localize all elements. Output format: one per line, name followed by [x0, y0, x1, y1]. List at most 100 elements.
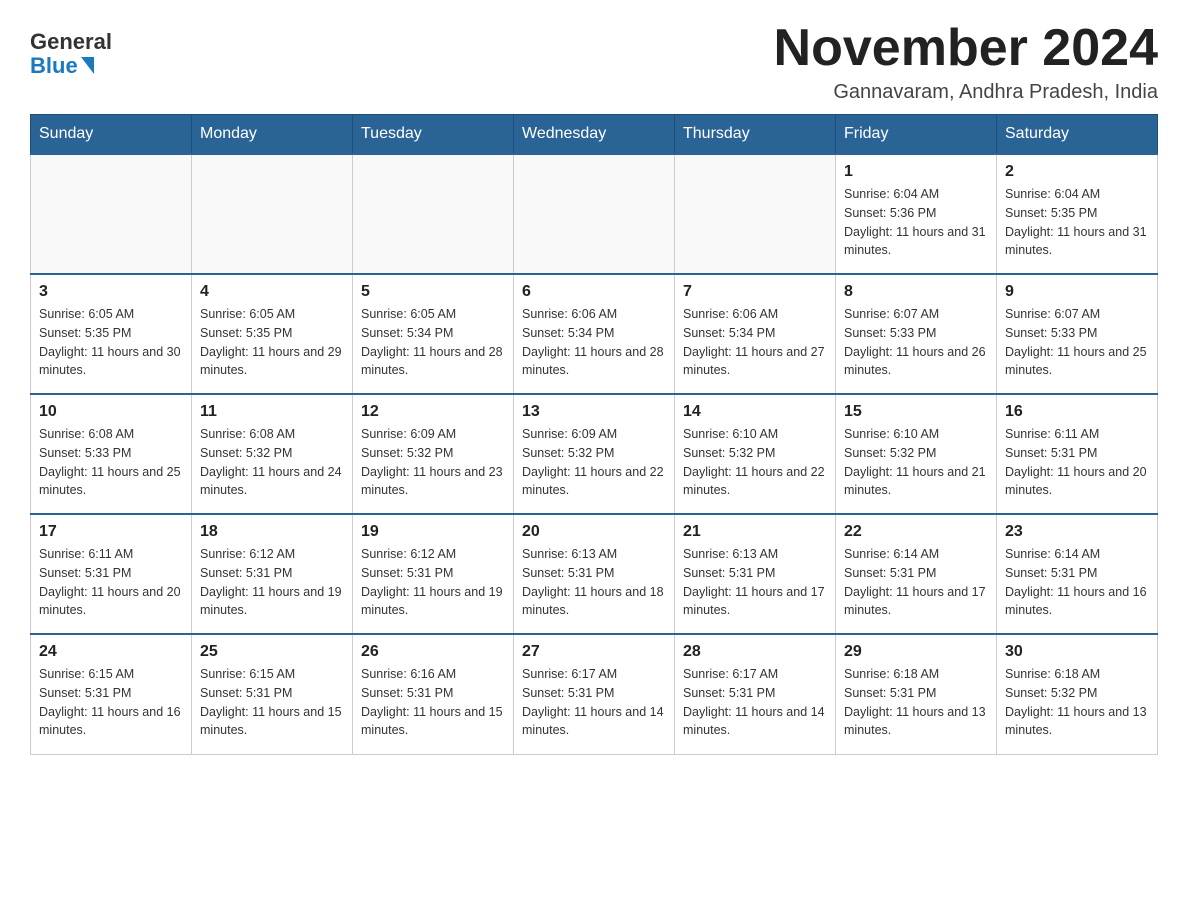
day-number: 26 — [361, 643, 505, 661]
logo: General Blue — [30, 30, 112, 78]
day-number: 1 — [844, 163, 988, 181]
calendar-cell — [31, 154, 192, 274]
day-number: 6 — [522, 283, 666, 301]
day-number: 13 — [522, 403, 666, 421]
calendar-cell: 14Sunrise: 6:10 AMSunset: 5:32 PMDayligh… — [675, 394, 836, 514]
day-info: Sunrise: 6:15 AMSunset: 5:31 PMDaylight:… — [39, 665, 183, 740]
day-number: 28 — [683, 643, 827, 661]
calendar-week-4: 17 Sunrise: 6:11 AMSunset: 5:31 PMDayligh… — [31, 514, 1158, 634]
calendar-week-3: 10 Sunrise: 6:08 AMSunset: 5:33 PMDayligh… — [31, 394, 1158, 514]
calendar-cell: 20 Sunrise: 6:13 AMSunset: 5:31 PMDayligh… — [514, 514, 675, 634]
calendar-cell — [353, 154, 514, 274]
calendar-cell: 4Sunrise: 6:05 AMSunset: 5:35 PMDaylight… — [192, 274, 353, 394]
day-number: 14 — [683, 403, 827, 421]
day-info: Sunrise: 6:04 AMSunset: 5:35 PMDaylight:… — [1005, 185, 1149, 260]
day-number: 10 — [39, 403, 183, 421]
day-info: Sunrise: 6:11 AMSunset: 5:31 PMDaylight:… — [39, 545, 183, 620]
calendar-cell: 27 Sunrise: 6:17 AMSunset: 5:31 PMDayligh… — [514, 634, 675, 754]
day-number: 24 — [39, 643, 183, 661]
day-number: 29 — [844, 643, 988, 661]
calendar-week-5: 24 Sunrise: 6:15 AMSunset: 5:31 PMDayligh… — [31, 634, 1158, 754]
day-info: Sunrise: 6:14 AMSunset: 5:31 PMDaylight:… — [1005, 545, 1149, 620]
day-info: Sunrise: 6:17 AMSunset: 5:31 PMDaylight:… — [522, 665, 666, 740]
calendar-cell: 12Sunrise: 6:09 AMSunset: 5:32 PMDayligh… — [353, 394, 514, 514]
day-info: Sunrise: 6:18 AMSunset: 5:31 PMDaylight:… — [844, 665, 988, 740]
calendar-cell: 15Sunrise: 6:10 AMSunset: 5:32 PMDayligh… — [836, 394, 997, 514]
day-number: 15 — [844, 403, 988, 421]
calendar-cell: 16 Sunrise: 6:11 AMSunset: 5:31 PMDayligh… — [997, 394, 1158, 514]
day-info: Sunrise: 6:08 AMSunset: 5:33 PMDaylight:… — [39, 425, 183, 500]
day-info: Sunrise: 6:09 AMSunset: 5:32 PMDaylight:… — [361, 425, 505, 500]
day-number: 30 — [1005, 643, 1149, 661]
day-number: 17 — [39, 523, 183, 541]
day-info: Sunrise: 6:15 AMSunset: 5:31 PMDaylight:… — [200, 665, 344, 740]
day-info: Sunrise: 6:13 AMSunset: 5:31 PMDaylight:… — [522, 545, 666, 620]
calendar-cell: 17 Sunrise: 6:11 AMSunset: 5:31 PMDayligh… — [31, 514, 192, 634]
calendar-cell: 3 Sunrise: 6:05 AMSunset: 5:35 PMDaylight… — [31, 274, 192, 394]
weekday-header-friday: Friday — [836, 115, 997, 155]
day-number: 11 — [200, 403, 344, 421]
calendar-cell: 28 Sunrise: 6:17 AMSunset: 5:31 PMDayligh… — [675, 634, 836, 754]
day-info: Sunrise: 6:13 AMSunset: 5:31 PMDaylight:… — [683, 545, 827, 620]
calendar-cell: 13 Sunrise: 6:09 AMSunset: 5:32 PMDayligh… — [514, 394, 675, 514]
weekday-header-thursday: Thursday — [675, 115, 836, 155]
day-number: 23 — [1005, 523, 1149, 541]
day-info: Sunrise: 6:05 AMSunset: 5:35 PMDaylight:… — [200, 305, 344, 380]
day-number: 25 — [200, 643, 344, 661]
weekday-header-wednesday: Wednesday — [514, 115, 675, 155]
calendar-cell: 19Sunrise: 6:12 AMSunset: 5:31 PMDayligh… — [353, 514, 514, 634]
calendar-cell: 22Sunrise: 6:14 AMSunset: 5:31 PMDayligh… — [836, 514, 997, 634]
day-info: Sunrise: 6:05 AMSunset: 5:34 PMDaylight:… — [361, 305, 505, 380]
calendar-cell: 9Sunrise: 6:07 AMSunset: 5:33 PMDaylight… — [997, 274, 1158, 394]
day-number: 7 — [683, 283, 827, 301]
day-number: 16 — [1005, 403, 1149, 421]
weekday-header-sunday: Sunday — [31, 115, 192, 155]
day-info: Sunrise: 6:09 AMSunset: 5:32 PMDaylight:… — [522, 425, 666, 500]
location: Gannavaram, Andhra Pradesh, India — [774, 81, 1158, 104]
calendar-cell: 18Sunrise: 6:12 AMSunset: 5:31 PMDayligh… — [192, 514, 353, 634]
day-number: 20 — [522, 523, 666, 541]
day-info: Sunrise: 6:11 AMSunset: 5:31 PMDaylight:… — [1005, 425, 1149, 500]
page-header: General Blue November 2024 Gannavaram, A… — [30, 20, 1158, 104]
weekday-header-tuesday: Tuesday — [353, 115, 514, 155]
calendar-cell: 8 Sunrise: 6:07 AMSunset: 5:33 PMDaylight… — [836, 274, 997, 394]
day-info: Sunrise: 6:06 AMSunset: 5:34 PMDaylight:… — [522, 305, 666, 380]
calendar-cell — [514, 154, 675, 274]
day-info: Sunrise: 6:07 AMSunset: 5:33 PMDaylight:… — [844, 305, 988, 380]
calendar-cell: 30 Sunrise: 6:18 AMSunset: 5:32 PMDayligh… — [997, 634, 1158, 754]
calendar-cell: 25 Sunrise: 6:15 AMSunset: 5:31 PMDayligh… — [192, 634, 353, 754]
calendar-table: SundayMondayTuesdayWednesdayThursdayFrid… — [30, 114, 1158, 755]
day-number: 19 — [361, 523, 505, 541]
day-number: 21 — [683, 523, 827, 541]
day-info: Sunrise: 6:05 AMSunset: 5:35 PMDaylight:… — [39, 305, 183, 380]
calendar-cell: 6 Sunrise: 6:06 AMSunset: 5:34 PMDaylight… — [514, 274, 675, 394]
day-number: 3 — [39, 283, 183, 301]
day-info: Sunrise: 6:17 AMSunset: 5:31 PMDaylight:… — [683, 665, 827, 740]
day-number: 18 — [200, 523, 344, 541]
title-section: November 2024 Gannavaram, Andhra Pradesh… — [774, 20, 1158, 104]
calendar-cell: 11 Sunrise: 6:08 AMSunset: 5:32 PMDayligh… — [192, 394, 353, 514]
logo-triangle-icon — [81, 57, 94, 74]
calendar-cell: 5 Sunrise: 6:05 AMSunset: 5:34 PMDaylight… — [353, 274, 514, 394]
calendar-cell: 2Sunrise: 6:04 AMSunset: 5:35 PMDaylight… — [997, 154, 1158, 274]
weekday-header-row: SundayMondayTuesdayWednesdayThursdayFrid… — [31, 115, 1158, 155]
logo-blue: Blue — [30, 54, 78, 78]
weekday-header-monday: Monday — [192, 115, 353, 155]
calendar-week-2: 3 Sunrise: 6:05 AMSunset: 5:35 PMDaylight… — [31, 274, 1158, 394]
day-number: 27 — [522, 643, 666, 661]
calendar-cell — [192, 154, 353, 274]
month-title: November 2024 — [774, 20, 1158, 77]
day-number: 8 — [844, 283, 988, 301]
day-info: Sunrise: 6:14 AMSunset: 5:31 PMDaylight:… — [844, 545, 988, 620]
calendar-cell: 1 Sunrise: 6:04 AMSunset: 5:36 PMDaylight… — [836, 154, 997, 274]
day-info: Sunrise: 6:06 AMSunset: 5:34 PMDaylight:… — [683, 305, 827, 380]
calendar-week-1: 1 Sunrise: 6:04 AMSunset: 5:36 PMDaylight… — [31, 154, 1158, 274]
calendar-cell: 10 Sunrise: 6:08 AMSunset: 5:33 PMDayligh… — [31, 394, 192, 514]
calendar-cell — [675, 154, 836, 274]
weekday-header-saturday: Saturday — [997, 115, 1158, 155]
day-number: 5 — [361, 283, 505, 301]
calendar-cell: 24 Sunrise: 6:15 AMSunset: 5:31 PMDayligh… — [31, 634, 192, 754]
day-info: Sunrise: 6:08 AMSunset: 5:32 PMDaylight:… — [200, 425, 344, 500]
day-info: Sunrise: 6:04 AMSunset: 5:36 PMDaylight:… — [844, 185, 988, 260]
day-info: Sunrise: 6:18 AMSunset: 5:32 PMDaylight:… — [1005, 665, 1149, 740]
